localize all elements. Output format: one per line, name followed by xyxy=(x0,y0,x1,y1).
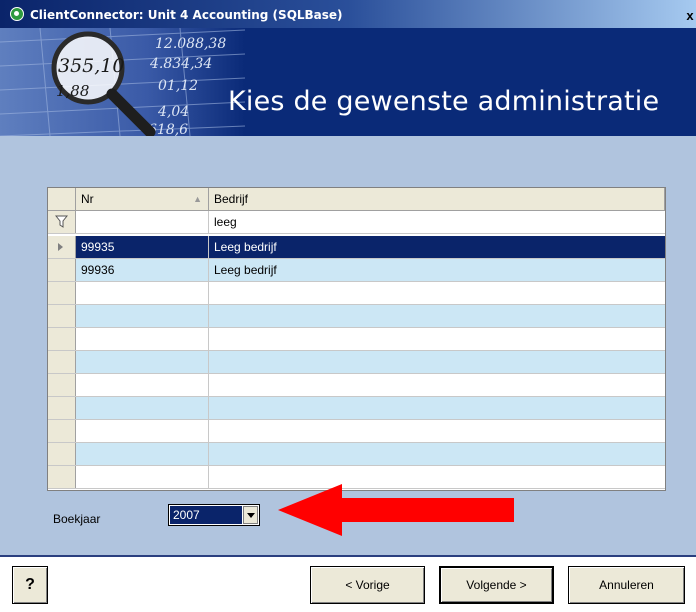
close-button[interactable]: x xyxy=(684,8,696,24)
banner-number: 4.834,34 xyxy=(149,56,212,72)
filter-cell xyxy=(48,211,76,233)
cell-bedrijf[interactable] xyxy=(209,351,665,373)
table-row[interactable] xyxy=(48,374,665,397)
help-button[interactable]: ? xyxy=(12,566,48,604)
cell-nr[interactable] xyxy=(76,397,209,419)
magnified-number: 1,88 xyxy=(56,82,89,100)
cell-nr[interactable] xyxy=(76,282,209,304)
row-selector[interactable] xyxy=(48,236,76,258)
row-selector[interactable] xyxy=(48,397,76,419)
current-row-icon xyxy=(58,243,63,251)
cell-nr[interactable] xyxy=(76,305,209,327)
row-selector[interactable] xyxy=(48,466,76,488)
cell-bedrijf[interactable] xyxy=(209,397,665,419)
filter-bedrijf-input[interactable]: leeg xyxy=(209,211,665,233)
table-row[interactable] xyxy=(48,328,665,351)
table-row[interactable] xyxy=(48,351,665,374)
header-banner: 12.088,38 4.834,34 01,12 4,04 618,6 355,… xyxy=(0,28,696,136)
cell-bedrijf[interactable] xyxy=(209,443,665,465)
column-header-bedrijf[interactable]: Bedrijf xyxy=(209,188,665,210)
row-selector[interactable] xyxy=(48,328,76,350)
boekjaar-select[interactable]: 2007 xyxy=(168,504,260,526)
table-row[interactable] xyxy=(48,443,665,466)
cell-nr[interactable] xyxy=(76,420,209,442)
cell-bedrijf[interactable] xyxy=(209,374,665,396)
column-header-nr[interactable]: Nr ▲ xyxy=(76,188,209,210)
banner-number: 12.088,38 xyxy=(155,36,226,52)
filter-icon xyxy=(55,215,68,228)
red-arrow-icon xyxy=(278,484,514,536)
cancel-button[interactable]: Annuleren xyxy=(568,566,685,604)
cell-nr[interactable] xyxy=(76,466,209,488)
cell-nr[interactable]: 99935 xyxy=(76,236,209,258)
window-title: ClientConnector: Unit 4 Accounting (SQLB… xyxy=(30,8,343,22)
row-selector[interactable] xyxy=(48,351,76,373)
cell-nr[interactable] xyxy=(76,351,209,373)
table-row[interactable] xyxy=(48,420,665,443)
row-selector[interactable] xyxy=(48,282,76,304)
row-selector[interactable] xyxy=(48,374,76,396)
filter-nr-input[interactable] xyxy=(76,211,209,233)
cell-nr[interactable] xyxy=(76,328,209,350)
grid-header-row: Nr ▲ Bedrijf xyxy=(48,188,665,211)
cell-nr[interactable] xyxy=(76,443,209,465)
boekjaar-value: 2007 xyxy=(170,506,242,524)
cell-bedrijf[interactable]: Leeg bedrijf xyxy=(209,259,665,281)
column-header-nr-label: Nr xyxy=(81,192,94,206)
cell-bedrijf[interactable] xyxy=(209,328,665,350)
row-selector[interactable] xyxy=(48,443,76,465)
filter-row: leeg xyxy=(48,211,665,234)
cell-bedrijf[interactable] xyxy=(209,305,665,327)
row-selector[interactable] xyxy=(48,305,76,327)
title-bar[interactable]: ClientConnector: Unit 4 Accounting (SQLB… xyxy=(0,0,696,28)
boekjaar-label: Boekjaar xyxy=(53,512,101,526)
cell-nr[interactable] xyxy=(76,374,209,396)
table-row[interactable] xyxy=(48,397,665,420)
row-selector[interactable] xyxy=(48,420,76,442)
page-title: Kies de gewenste administratie xyxy=(228,86,660,117)
banner-number: 01,12 xyxy=(158,78,198,94)
table-row[interactable]: 99935 Leeg bedrijf xyxy=(48,236,665,259)
magnified-number: 355,10 xyxy=(58,55,124,77)
table-row[interactable] xyxy=(48,282,665,305)
banner-number: 4,04 xyxy=(157,104,189,120)
table-row[interactable] xyxy=(48,305,665,328)
cell-bedrijf[interactable] xyxy=(209,420,665,442)
table-row[interactable]: 99936 Leeg bedrijf xyxy=(48,259,665,282)
sort-ascending-icon: ▲ xyxy=(193,194,202,204)
administration-grid[interactable]: Nr ▲ Bedrijf leeg 99935 Leeg bedrijf 999… xyxy=(47,187,666,491)
cell-bedrijf[interactable] xyxy=(209,282,665,304)
back-button[interactable]: < Vorige xyxy=(310,566,425,604)
app-search-icon xyxy=(10,7,24,21)
cell-bedrijf[interactable]: Leeg bedrijf xyxy=(209,236,665,258)
dropdown-arrow-icon[interactable] xyxy=(243,506,258,524)
column-header-bedrijf-label: Bedrijf xyxy=(214,192,249,206)
next-button[interactable]: Volgende > xyxy=(439,566,554,604)
spreadsheet-magnifier-image: 12.088,38 4.834,34 01,12 4,04 618,6 355,… xyxy=(0,28,245,136)
row-selector[interactable] xyxy=(48,259,76,281)
grid-corner xyxy=(48,188,76,210)
cell-nr[interactable]: 99936 xyxy=(76,259,209,281)
